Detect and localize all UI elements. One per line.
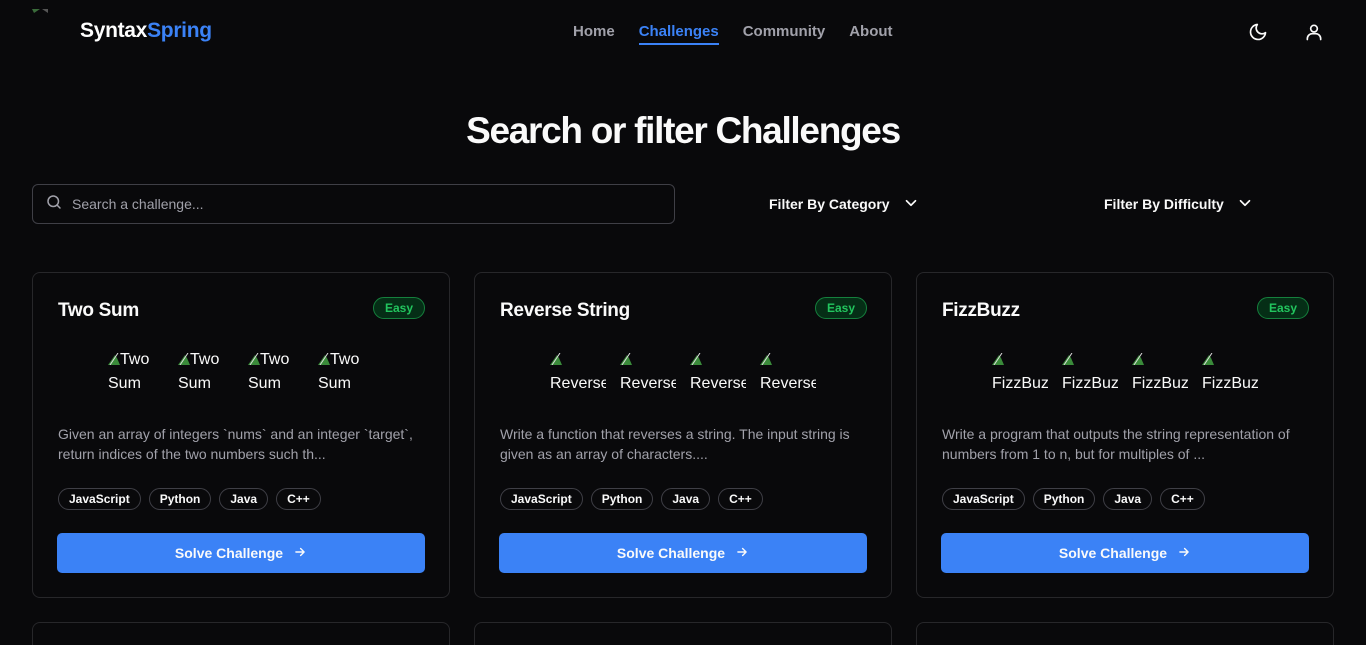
arrow-right-icon xyxy=(293,545,307,562)
solve-challenge-button[interactable]: Solve Challenge xyxy=(499,533,867,573)
challenge-description: Write a program that outputs the string … xyxy=(942,426,1290,462)
challenge-card: Two Sum Easy Two Sum Two Sum Two Sum Two… xyxy=(32,272,450,598)
language-tag: C++ xyxy=(718,488,763,510)
search-icon xyxy=(45,193,63,216)
challenge-description: Given an array of integers `nums` and an… xyxy=(58,426,413,462)
main-nav: Home Challenges Community About xyxy=(573,23,893,45)
language-tag: C++ xyxy=(276,488,321,510)
brand-part1: Syntax xyxy=(80,19,148,42)
challenge-card-partial xyxy=(916,622,1334,645)
language-tags: JavaScript Python Java C++ xyxy=(942,488,1205,510)
chevron-down-icon xyxy=(1236,194,1254,215)
thumbnail-alt-text: FizzBuzz xyxy=(1202,375,1258,392)
broken-thumbnail: Reverse String xyxy=(760,348,816,400)
search-box xyxy=(32,184,675,224)
challenge-card-partial xyxy=(32,622,450,645)
difficulty-badge: Easy xyxy=(372,297,425,319)
moon-icon[interactable] xyxy=(1247,21,1269,43)
filter-difficulty-label: Filter By Difficulty xyxy=(1104,196,1224,212)
thumbnail-alt-text: FizzBuzz xyxy=(1062,375,1118,392)
nav-about[interactable]: About xyxy=(849,23,892,45)
solve-challenge-button[interactable]: Solve Challenge xyxy=(57,533,425,573)
broken-thumbnail: Two Sum xyxy=(318,348,374,400)
thumbnail-alt-text: Reverse String xyxy=(760,375,816,400)
language-tag: Python xyxy=(590,488,654,510)
language-tag: Java xyxy=(219,488,269,510)
broken-thumbnail: FizzBuzz xyxy=(1062,348,1118,400)
broken-image-icon xyxy=(1132,349,1144,366)
search-input[interactable] xyxy=(72,196,652,212)
broken-thumbnail: Two Sum xyxy=(248,348,304,400)
broken-thumbnail: Two Sum xyxy=(108,348,164,400)
challenge-thumbnails: FizzBuzz FizzBuzz FizzBuzz FizzBuzz xyxy=(917,348,1333,400)
brand-logo[interactable]: SyntaxSpring xyxy=(80,19,212,43)
page-title: Search or filter Challenges xyxy=(466,110,901,151)
language-tag: Java xyxy=(1103,488,1153,510)
user-icon[interactable] xyxy=(1303,21,1325,43)
thumbnail-alt-text: Reverse String xyxy=(620,375,676,400)
broken-image-icon xyxy=(550,349,562,366)
challenge-card: Reverse String Easy Reverse String Rever… xyxy=(474,272,892,598)
top-navbar: SyntaxSpring Home Challenges Community A… xyxy=(0,0,1366,64)
thumbnail-alt-text: FizzBuzz xyxy=(992,375,1048,392)
difficulty-badge: Easy xyxy=(1256,297,1309,319)
broken-image-icon xyxy=(248,349,260,366)
broken-thumbnail: Reverse String xyxy=(620,348,676,400)
broken-image-icon xyxy=(178,349,190,366)
solve-button-label: Solve Challenge xyxy=(616,545,726,561)
language-tag: Python xyxy=(148,488,212,510)
solve-button-label: Solve Challenge xyxy=(174,545,284,561)
nav-challenges[interactable]: Challenges xyxy=(638,23,719,45)
solve-challenge-button[interactable]: Solve Challenge xyxy=(941,533,1309,573)
challenge-title: Reverse String xyxy=(500,300,630,321)
challenge-description: Write a function that reverses a string.… xyxy=(500,426,850,462)
solve-button-label: Solve Challenge xyxy=(1058,545,1168,561)
filter-category-dropdown[interactable]: Filter By Category xyxy=(769,193,920,215)
broken-image-icon xyxy=(992,349,1004,366)
broken-thumbnail: FizzBuzz xyxy=(1202,348,1258,400)
language-tag: Java xyxy=(661,488,711,510)
language-tags: JavaScript Python Java C++ xyxy=(500,488,763,510)
broken-thumbnail: Reverse String xyxy=(690,348,746,400)
broken-image-icon xyxy=(690,349,702,366)
thumbnail-alt-text: FizzBuzz xyxy=(1132,375,1188,392)
language-tag: JavaScript xyxy=(500,488,583,510)
language-tags: JavaScript Python Java C++ xyxy=(58,488,321,510)
arrow-right-icon xyxy=(735,545,749,562)
broken-image-icon xyxy=(318,349,330,366)
language-tag: JavaScript xyxy=(942,488,1025,510)
brand-part2: Spring xyxy=(147,19,212,42)
broken-thumbnail: Two Sum xyxy=(178,348,234,400)
nav-community[interactable]: Community xyxy=(743,23,826,45)
language-tag: Python xyxy=(1032,488,1096,510)
challenge-title: FizzBuzz xyxy=(942,300,1020,321)
challenge-thumbnails: Reverse String Reverse String Reverse St… xyxy=(475,348,891,400)
broken-thumbnail: FizzBuzz xyxy=(1132,348,1188,400)
filter-difficulty-dropdown[interactable]: Filter By Difficulty xyxy=(1104,193,1254,215)
language-tag: C++ xyxy=(1160,488,1205,510)
broken-image-icon xyxy=(620,349,632,366)
thumbnail-alt-text: Reverse String xyxy=(550,375,606,400)
broken-thumbnail: FizzBuzz xyxy=(992,348,1048,400)
arrow-right-icon xyxy=(1177,545,1191,562)
broken-thumbnail: Reverse String xyxy=(550,348,606,400)
difficulty-badge: Easy xyxy=(814,297,867,319)
challenge-title: Two Sum xyxy=(58,300,139,321)
broken-image-icon xyxy=(760,349,772,366)
broken-image-icon xyxy=(1202,349,1214,366)
challenge-thumbnails: Two Sum Two Sum Two Sum Two Sum xyxy=(33,348,449,400)
broken-image-icon xyxy=(108,349,120,366)
nav-home[interactable]: Home xyxy=(573,23,615,45)
chevron-down-icon xyxy=(902,194,920,215)
filter-category-label: Filter By Category xyxy=(769,196,890,212)
language-tag: JavaScript xyxy=(58,488,141,510)
challenge-card: FizzBuzz Easy FizzBuzz FizzBuzz FizzBuzz… xyxy=(916,272,1334,598)
thumbnail-alt-text: Reverse String xyxy=(690,375,746,400)
broken-image-icon xyxy=(1062,349,1074,366)
challenge-card-partial xyxy=(474,622,892,645)
